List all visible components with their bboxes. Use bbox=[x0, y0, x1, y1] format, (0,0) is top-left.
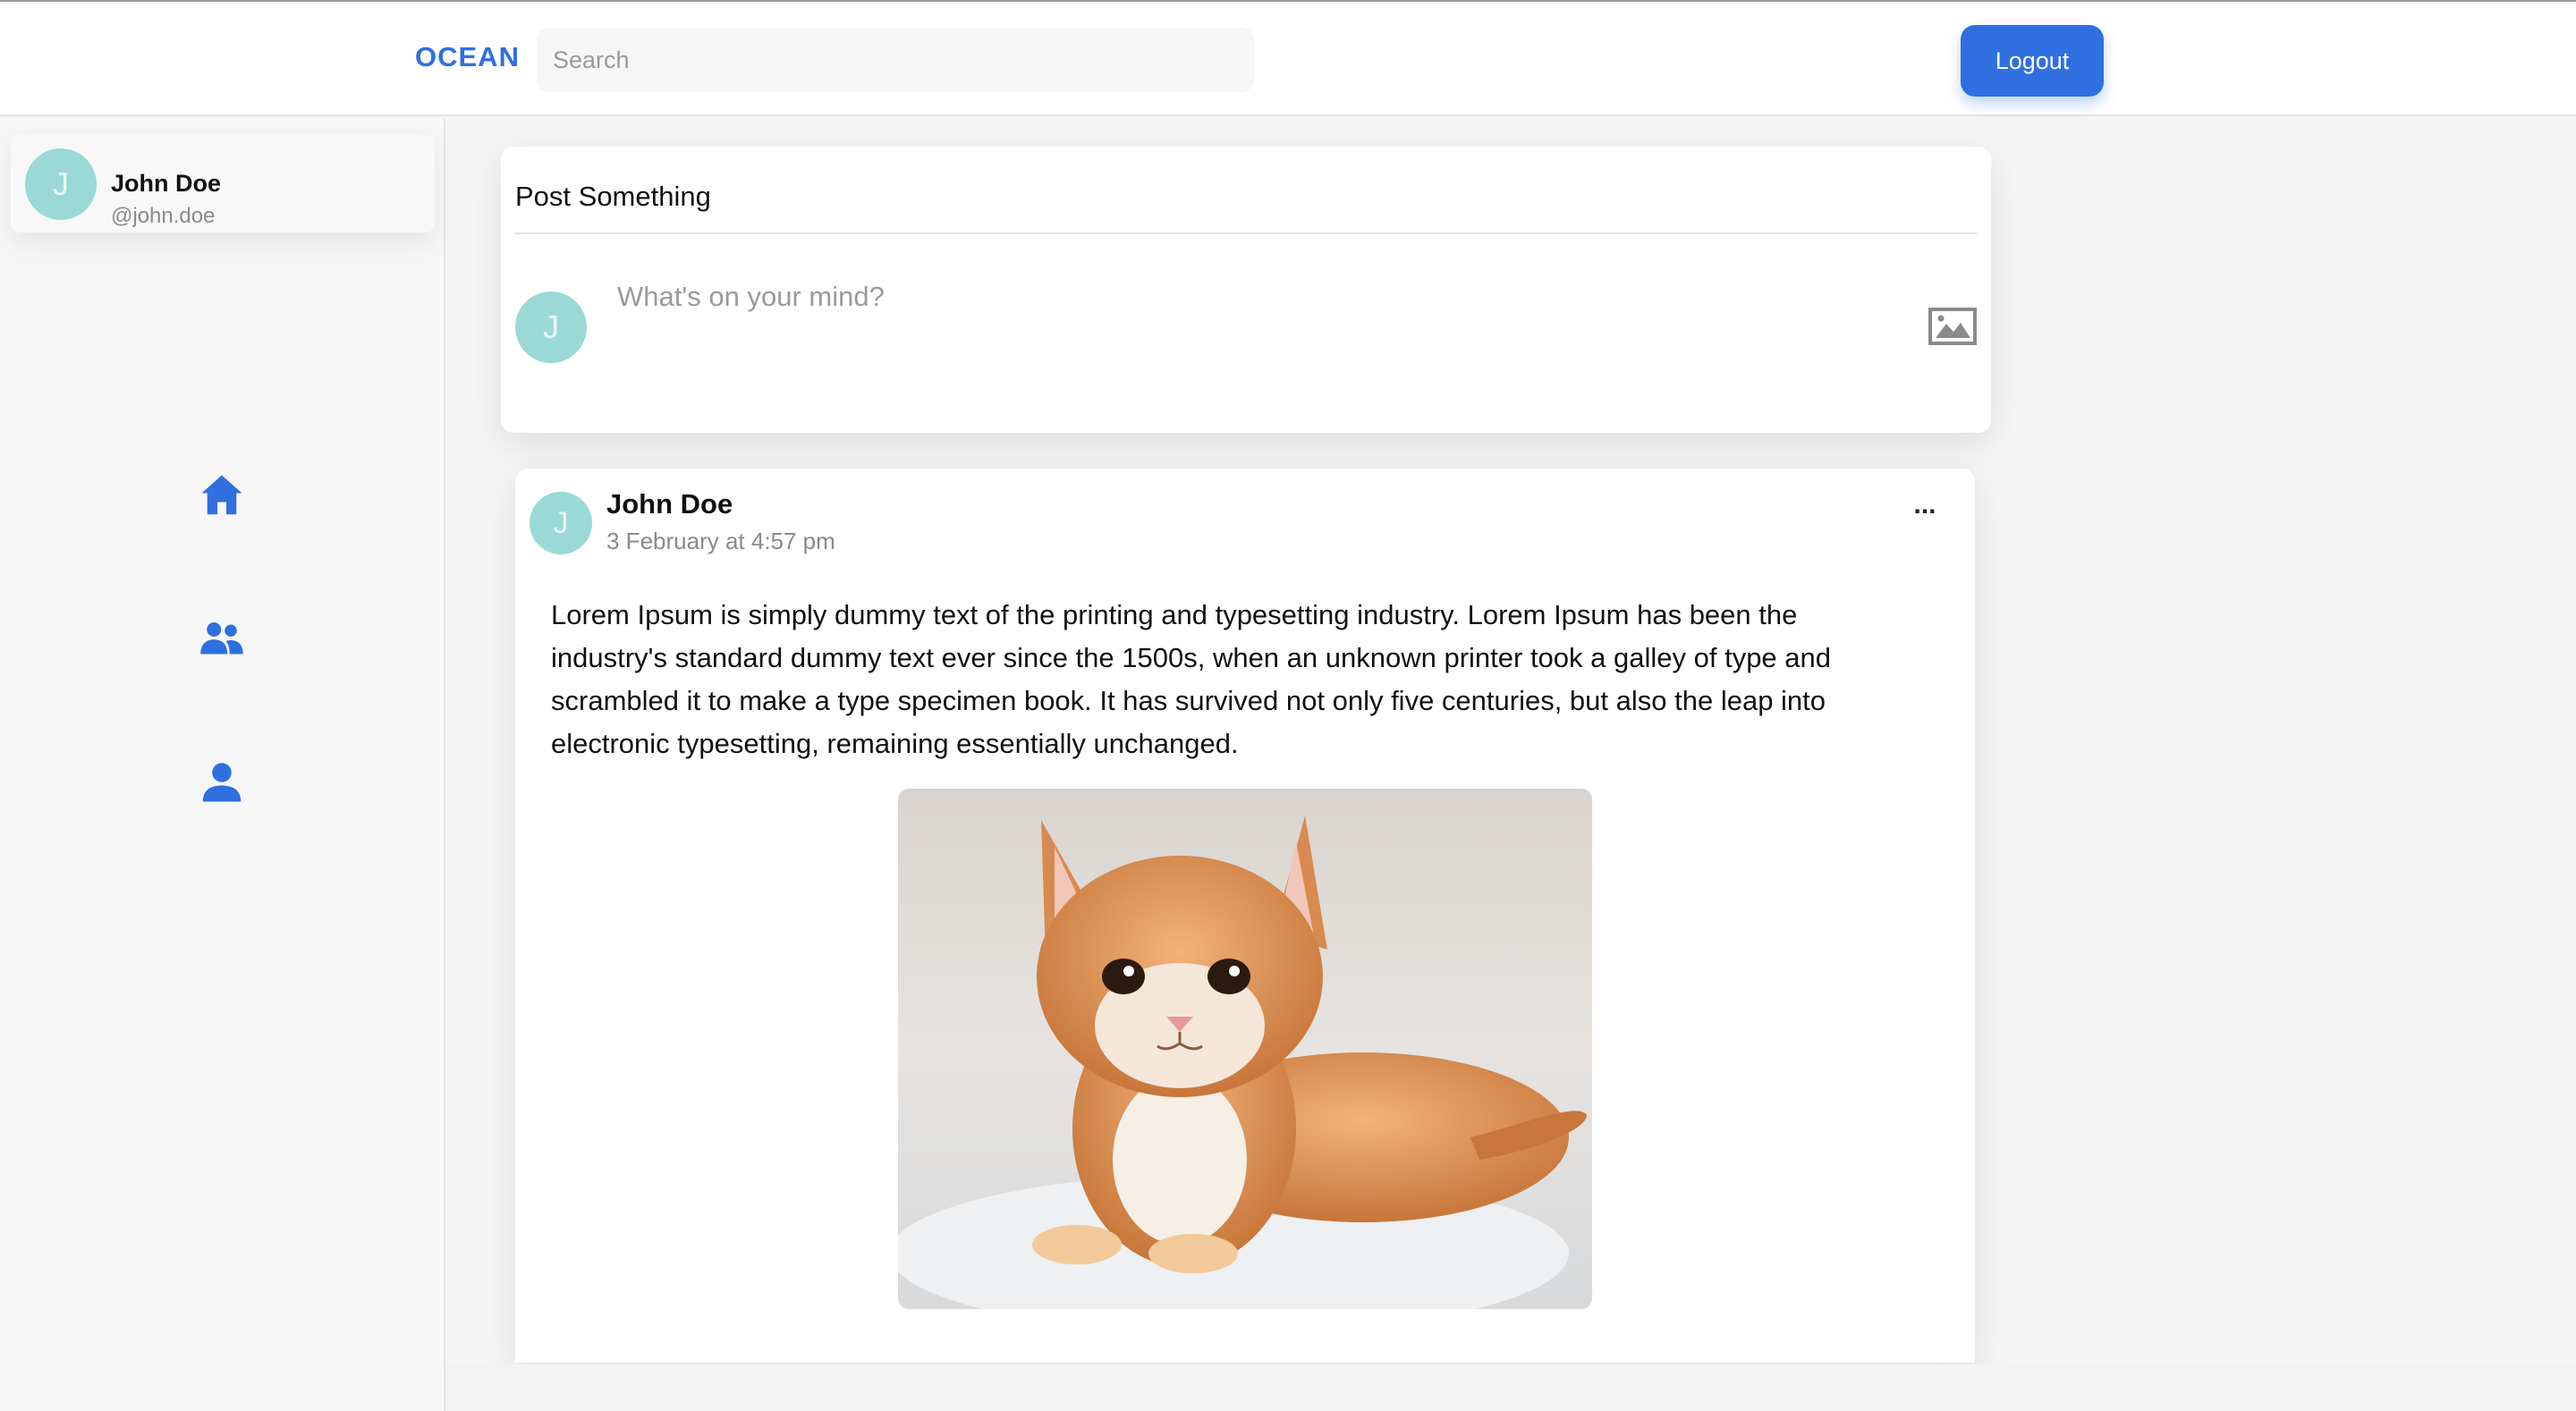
post-input[interactable] bbox=[615, 279, 1889, 390]
top-navbar: OCEAN Logout bbox=[0, 0, 2576, 116]
profile-handle: @john.doe bbox=[111, 204, 216, 228]
bottom-strip bbox=[445, 1365, 2576, 1411]
post-author[interactable]: John Doe bbox=[606, 488, 733, 520]
logout-button[interactable]: Logout bbox=[1961, 25, 2104, 97]
post-body: Lorem Ipsum is simply dummy text of the … bbox=[551, 599, 1832, 759]
post-timestamp: 3 February at 4:57 pm bbox=[606, 528, 835, 554]
more-options-button[interactable]: ... bbox=[1907, 492, 1943, 522]
profile-name: John Doe bbox=[111, 170, 222, 197]
profile-icon[interactable] bbox=[195, 755, 249, 808]
composer-divider bbox=[515, 232, 1977, 234]
search-input[interactable] bbox=[537, 28, 1254, 92]
avatar: J bbox=[515, 291, 587, 363]
left-sidebar: J John Doe @john.doe bbox=[0, 118, 445, 1411]
post-composer: Post Something J bbox=[501, 147, 1991, 433]
brand-logo[interactable]: OCEAN bbox=[415, 41, 520, 73]
post-image[interactable] bbox=[898, 789, 1592, 1309]
composer-title: Post Something bbox=[515, 181, 711, 212]
profile-card[interactable]: J John Doe @john.doe bbox=[11, 134, 435, 232]
friends-icon[interactable] bbox=[195, 612, 249, 665]
avatar: J bbox=[530, 492, 592, 554]
post-card: J John Doe 3 February at 4:57 pm ... Lor… bbox=[515, 469, 1975, 1363]
cat-photo-icon bbox=[898, 789, 1592, 1309]
image-upload-icon[interactable] bbox=[1928, 308, 1977, 345]
home-icon[interactable] bbox=[195, 469, 249, 522]
avatar: J bbox=[25, 148, 97, 220]
